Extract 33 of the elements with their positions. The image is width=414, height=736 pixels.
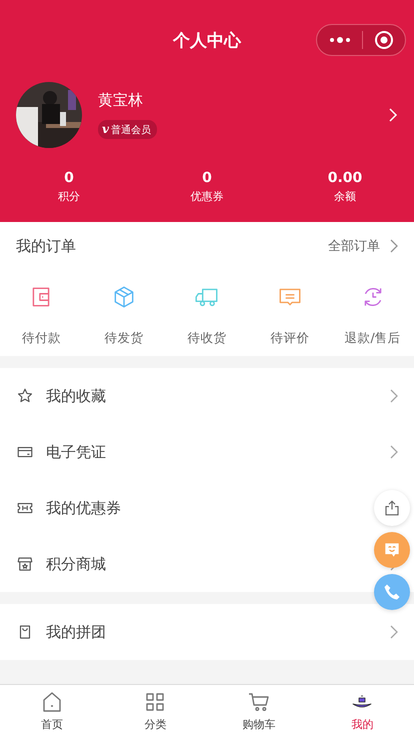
menu-item[interactable]: 我的拼团 [46,622,106,642]
menu-item[interactable]: 积分商城 [46,554,106,574]
menu-item[interactable]: 我的收藏 [46,386,106,406]
more-icon[interactable] [328,36,352,44]
page-title: 个人中心 [173,30,241,52]
share-icon [383,499,401,517]
menu-item[interactable]: 电子凭证 [46,442,106,462]
member-badge: v 普通会员 [98,120,157,139]
stat-label: 积分 [58,189,80,204]
chevron-right-icon[interactable] [389,108,398,122]
phone-icon [382,582,402,602]
section-title: 我的订单 [16,236,77,256]
shop-icon [16,555,34,573]
order-status-link[interactable]: 退款/售后 [344,330,401,347]
order-status-link[interactable]: 待收货 [187,330,226,347]
order-status-link[interactable]: 待付款 [22,330,61,347]
all-orders-link[interactable]: 全部订单 [328,237,380,255]
tab-label[interactable]: 分类 [144,716,166,732]
stat-value: 0.00 [328,170,362,186]
stat-label: 余额 [334,189,356,204]
tab-label[interactable]: 首页 [40,716,63,732]
tab-label[interactable]: 我的 [351,716,374,732]
stat-value: 0 [202,170,212,186]
order-status-link[interactable]: 待评价 [270,330,310,347]
user-name: 黄宝林 [98,91,144,110]
menu-item[interactable]: 我的优惠券 [46,498,121,518]
close-icon[interactable] [374,30,394,50]
star-icon [16,387,34,405]
stat-value: 0 [64,170,74,186]
chevron-right-icon [390,239,398,253]
stat-label: 优惠券 [190,189,224,204]
order-status-link[interactable]: 待发货 [104,330,144,347]
tab-label[interactable]: 购物车 [242,716,276,732]
